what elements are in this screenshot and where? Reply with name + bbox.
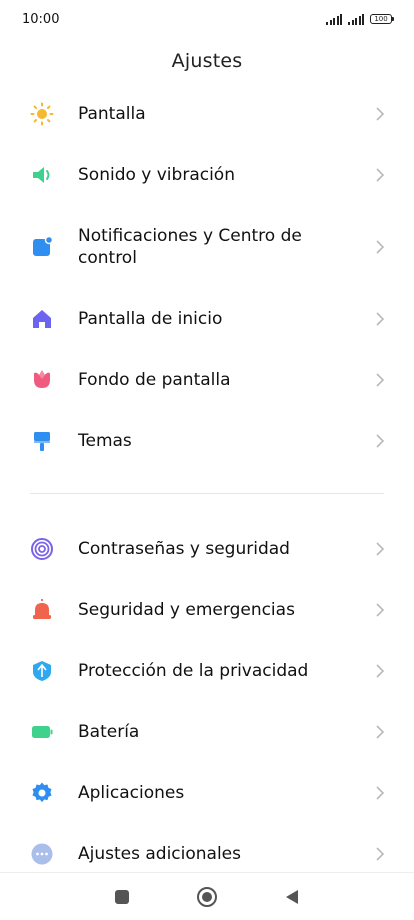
chevron-right-icon xyxy=(374,433,386,449)
setting-label: Fondo de pantalla xyxy=(78,369,231,390)
recents-icon[interactable] xyxy=(108,883,136,911)
navigation-bar xyxy=(0,872,414,920)
chevron-right-icon xyxy=(374,167,386,183)
chevron-right-icon xyxy=(374,724,386,740)
gear-icon xyxy=(30,781,54,805)
setting-item-aplicaciones[interactable]: Aplicaciones xyxy=(0,762,414,823)
setting-item-privacidad[interactable]: Protección de la privacidad xyxy=(0,640,414,701)
section-divider xyxy=(30,493,384,494)
setting-label: Batería xyxy=(78,721,140,742)
settings-list: Pantalla Sonido y vibración Notificacion… xyxy=(0,83,414,884)
tulip-icon xyxy=(30,368,54,392)
page-title: Ajustes xyxy=(171,50,243,72)
chevron-right-icon xyxy=(374,785,386,801)
setting-item-bateria[interactable]: Batería xyxy=(0,701,414,762)
battery-level: 100 xyxy=(374,15,388,23)
setting-item-sonido[interactable]: Sonido y vibración xyxy=(0,144,414,205)
chevron-right-icon xyxy=(374,846,386,862)
back-icon[interactable] xyxy=(278,883,306,911)
home-icon xyxy=(30,307,54,331)
chevron-right-icon xyxy=(374,663,386,679)
speaker-icon xyxy=(30,163,54,187)
chevron-right-icon xyxy=(374,372,386,388)
setting-label: Pantalla xyxy=(78,103,146,124)
battery-icon xyxy=(30,720,54,744)
fingerprint-icon xyxy=(30,537,54,561)
notification-icon xyxy=(30,235,54,259)
setting-item-fondo[interactable]: Fondo de pantalla xyxy=(0,349,414,410)
setting-item-pantalla[interactable]: Pantalla xyxy=(0,83,414,144)
setting-item-notificaciones[interactable]: Notificaciones y Centro de control xyxy=(0,205,414,288)
setting-item-emergencias[interactable]: Seguridad y emergencias xyxy=(0,579,414,640)
setting-label: Protección de la privacidad xyxy=(78,660,309,681)
chevron-right-icon xyxy=(374,239,386,255)
setting-label: Contraseñas y seguridad xyxy=(78,538,290,559)
setting-label: Notificaciones y Centro de control xyxy=(78,225,302,268)
setting-label: Aplicaciones xyxy=(78,782,185,803)
section-gap xyxy=(0,471,414,518)
chevron-right-icon xyxy=(374,602,386,618)
home-button-icon[interactable] xyxy=(193,883,221,911)
setting-label: Ajustes adicionales xyxy=(78,843,242,864)
setting-label: Sonido y vibración xyxy=(78,164,235,185)
setting-item-temas[interactable]: Temas xyxy=(0,410,414,471)
signal-icon xyxy=(348,13,364,25)
status-bar: 10:00 100 xyxy=(0,0,414,38)
alarm-icon xyxy=(30,598,54,622)
signal-icon xyxy=(326,13,342,25)
chevron-right-icon xyxy=(374,106,386,122)
setting-label: Pantalla de inicio xyxy=(78,308,223,329)
chevron-right-icon xyxy=(374,541,386,557)
battery-status-icon: 100 xyxy=(370,14,394,24)
more-icon xyxy=(30,842,54,866)
sun-icon xyxy=(30,102,54,126)
brush-icon xyxy=(30,429,54,453)
shield-icon xyxy=(30,659,54,683)
setting-label: Seguridad y emergencias xyxy=(78,599,295,620)
setting-item-contrasenas[interactable]: Contraseñas y seguridad xyxy=(0,518,414,579)
chevron-right-icon xyxy=(374,311,386,327)
status-icons: 100 xyxy=(326,13,394,25)
setting-item-inicio[interactable]: Pantalla de inicio xyxy=(0,288,414,349)
status-time: 10:00 xyxy=(22,11,60,27)
setting-label: Temas xyxy=(78,430,132,451)
